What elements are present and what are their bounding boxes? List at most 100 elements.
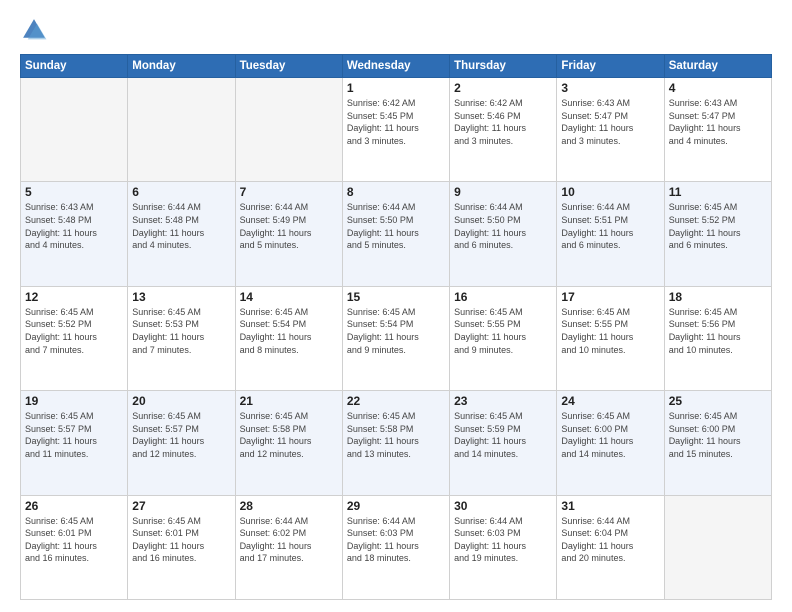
day-number: 28 — [240, 499, 338, 513]
calendar-day-cell: 11 Sunrise: 6:45 AM Sunset: 5:52 PM Dayli… — [664, 182, 771, 286]
header — [20, 16, 772, 44]
weekday-header-saturday: Saturday — [664, 55, 771, 78]
day-number: 9 — [454, 185, 552, 199]
weekday-header-tuesday: Tuesday — [235, 55, 342, 78]
weekday-header-row: SundayMondayTuesdayWednesdayThursdayFrid… — [21, 55, 772, 78]
weekday-header-thursday: Thursday — [450, 55, 557, 78]
day-info: Sunrise: 6:44 AM Sunset: 5:51 PM Dayligh… — [561, 201, 659, 251]
logo-icon — [20, 16, 48, 44]
calendar-day-cell — [235, 78, 342, 182]
day-number: 22 — [347, 394, 445, 408]
day-number: 2 — [454, 81, 552, 95]
calendar-week-row: 12 Sunrise: 6:45 AM Sunset: 5:52 PM Dayli… — [21, 286, 772, 390]
day-number: 14 — [240, 290, 338, 304]
day-number: 18 — [669, 290, 767, 304]
calendar-week-row: 5 Sunrise: 6:43 AM Sunset: 5:48 PM Daylig… — [21, 182, 772, 286]
day-info: Sunrise: 6:45 AM Sunset: 5:54 PM Dayligh… — [347, 306, 445, 356]
day-number: 15 — [347, 290, 445, 304]
day-number: 7 — [240, 185, 338, 199]
day-info: Sunrise: 6:45 AM Sunset: 5:52 PM Dayligh… — [669, 201, 767, 251]
day-info: Sunrise: 6:44 AM Sunset: 6:03 PM Dayligh… — [347, 515, 445, 565]
calendar-day-cell: 5 Sunrise: 6:43 AM Sunset: 5:48 PM Daylig… — [21, 182, 128, 286]
calendar-day-cell: 9 Sunrise: 6:44 AM Sunset: 5:50 PM Daylig… — [450, 182, 557, 286]
day-info: Sunrise: 6:45 AM Sunset: 5:53 PM Dayligh… — [132, 306, 230, 356]
day-info: Sunrise: 6:44 AM Sunset: 6:02 PM Dayligh… — [240, 515, 338, 565]
calendar-day-cell: 12 Sunrise: 6:45 AM Sunset: 5:52 PM Dayli… — [21, 286, 128, 390]
day-info: Sunrise: 6:45 AM Sunset: 6:01 PM Dayligh… — [132, 515, 230, 565]
calendar-table: SundayMondayTuesdayWednesdayThursdayFrid… — [20, 54, 772, 600]
day-number: 24 — [561, 394, 659, 408]
day-number: 30 — [454, 499, 552, 513]
day-info: Sunrise: 6:45 AM Sunset: 5:57 PM Dayligh… — [132, 410, 230, 460]
calendar-day-cell — [128, 78, 235, 182]
calendar-day-cell: 25Sunrise: 6:45 AM Sunset: 6:00 PM Dayli… — [664, 391, 771, 495]
page: SundayMondayTuesdayWednesdayThursdayFrid… — [0, 0, 792, 612]
calendar-day-cell: 20 Sunrise: 6:45 AM Sunset: 5:57 PM Dayli… — [128, 391, 235, 495]
calendar-week-row: 19 Sunrise: 6:45 AM Sunset: 5:57 PM Dayli… — [21, 391, 772, 495]
day-info: Sunrise: 6:43 AM Sunset: 5:47 PM Dayligh… — [561, 97, 659, 147]
day-number: 3 — [561, 81, 659, 95]
day-info: Sunrise: 6:44 AM Sunset: 6:03 PM Dayligh… — [454, 515, 552, 565]
day-number: 6 — [132, 185, 230, 199]
calendar-day-cell: 14 Sunrise: 6:45 AM Sunset: 5:54 PM Dayli… — [235, 286, 342, 390]
calendar-day-cell: 29Sunrise: 6:44 AM Sunset: 6:03 PM Dayli… — [342, 495, 449, 599]
day-number: 20 — [132, 394, 230, 408]
calendar-day-cell: 31 Sunrise: 6:44 AM Sunset: 6:04 PM Dayli… — [557, 495, 664, 599]
weekday-header-sunday: Sunday — [21, 55, 128, 78]
day-info: Sunrise: 6:42 AM Sunset: 5:46 PM Dayligh… — [454, 97, 552, 147]
day-info: Sunrise: 6:45 AM Sunset: 5:58 PM Dayligh… — [240, 410, 338, 460]
calendar-day-cell: 22Sunrise: 6:45 AM Sunset: 5:58 PM Dayli… — [342, 391, 449, 495]
day-number: 17 — [561, 290, 659, 304]
day-info: Sunrise: 6:45 AM Sunset: 5:55 PM Dayligh… — [561, 306, 659, 356]
calendar-day-cell: 30 Sunrise: 6:44 AM Sunset: 6:03 PM Dayli… — [450, 495, 557, 599]
calendar-day-cell — [21, 78, 128, 182]
day-info: Sunrise: 6:45 AM Sunset: 5:59 PM Dayligh… — [454, 410, 552, 460]
day-number: 1 — [347, 81, 445, 95]
weekday-header-wednesday: Wednesday — [342, 55, 449, 78]
calendar-day-cell: 27 Sunrise: 6:45 AM Sunset: 6:01 PM Dayli… — [128, 495, 235, 599]
day-info: Sunrise: 6:44 AM Sunset: 5:48 PM Dayligh… — [132, 201, 230, 251]
calendar-day-cell: 28 Sunrise: 6:44 AM Sunset: 6:02 PM Dayli… — [235, 495, 342, 599]
day-number: 19 — [25, 394, 123, 408]
calendar-day-cell: 17 Sunrise: 6:45 AM Sunset: 5:55 PM Dayli… — [557, 286, 664, 390]
calendar-day-cell: 4Sunrise: 6:43 AM Sunset: 5:47 PM Daylig… — [664, 78, 771, 182]
calendar-day-cell: 15 Sunrise: 6:45 AM Sunset: 5:54 PM Dayli… — [342, 286, 449, 390]
weekday-header-friday: Friday — [557, 55, 664, 78]
day-number: 12 — [25, 290, 123, 304]
day-number: 8 — [347, 185, 445, 199]
day-info: Sunrise: 6:43 AM Sunset: 5:47 PM Dayligh… — [669, 97, 767, 147]
calendar-day-cell: 19Sunrise: 6:45 AM Sunset: 5:57 PM Dayli… — [21, 391, 128, 495]
calendar-day-cell: 7Sunrise: 6:44 AM Sunset: 5:49 PM Daylig… — [235, 182, 342, 286]
day-info: Sunrise: 6:42 AM Sunset: 5:45 PM Dayligh… — [347, 97, 445, 147]
day-info: Sunrise: 6:45 AM Sunset: 5:54 PM Dayligh… — [240, 306, 338, 356]
day-info: Sunrise: 6:44 AM Sunset: 5:50 PM Dayligh… — [454, 201, 552, 251]
calendar-day-cell: 1 Sunrise: 6:42 AM Sunset: 5:45 PM Daylig… — [342, 78, 449, 182]
calendar-day-cell — [664, 495, 771, 599]
day-info: Sunrise: 6:43 AM Sunset: 5:48 PM Dayligh… — [25, 201, 123, 251]
day-info: Sunrise: 6:45 AM Sunset: 5:56 PM Dayligh… — [669, 306, 767, 356]
day-number: 31 — [561, 499, 659, 513]
calendar-day-cell: 10 Sunrise: 6:44 AM Sunset: 5:51 PM Dayli… — [557, 182, 664, 286]
day-number: 27 — [132, 499, 230, 513]
day-number: 26 — [25, 499, 123, 513]
day-number: 11 — [669, 185, 767, 199]
calendar-day-cell: 16 Sunrise: 6:45 AM Sunset: 5:55 PM Dayli… — [450, 286, 557, 390]
day-info: Sunrise: 6:45 AM Sunset: 5:52 PM Dayligh… — [25, 306, 123, 356]
calendar-day-cell: 26 Sunrise: 6:45 AM Sunset: 6:01 PM Dayli… — [21, 495, 128, 599]
day-info: Sunrise: 6:45 AM Sunset: 6:00 PM Dayligh… — [561, 410, 659, 460]
day-number: 5 — [25, 185, 123, 199]
day-number: 13 — [132, 290, 230, 304]
day-info: Sunrise: 6:44 AM Sunset: 6:04 PM Dayligh… — [561, 515, 659, 565]
calendar-day-cell: 24 Sunrise: 6:45 AM Sunset: 6:00 PM Dayli… — [557, 391, 664, 495]
day-info: Sunrise: 6:45 AM Sunset: 5:55 PM Dayligh… — [454, 306, 552, 356]
calendar-day-cell: 18 Sunrise: 6:45 AM Sunset: 5:56 PM Dayli… — [664, 286, 771, 390]
calendar-day-cell: 3 Sunrise: 6:43 AM Sunset: 5:47 PM Daylig… — [557, 78, 664, 182]
calendar-week-row: 1 Sunrise: 6:42 AM Sunset: 5:45 PM Daylig… — [21, 78, 772, 182]
weekday-header-monday: Monday — [128, 55, 235, 78]
day-number: 16 — [454, 290, 552, 304]
logo — [20, 16, 52, 44]
day-number: 10 — [561, 185, 659, 199]
day-info: Sunrise: 6:45 AM Sunset: 6:01 PM Dayligh… — [25, 515, 123, 565]
day-info: Sunrise: 6:45 AM Sunset: 6:00 PM Dayligh… — [669, 410, 767, 460]
calendar-day-cell: 6 Sunrise: 6:44 AM Sunset: 5:48 PM Daylig… — [128, 182, 235, 286]
